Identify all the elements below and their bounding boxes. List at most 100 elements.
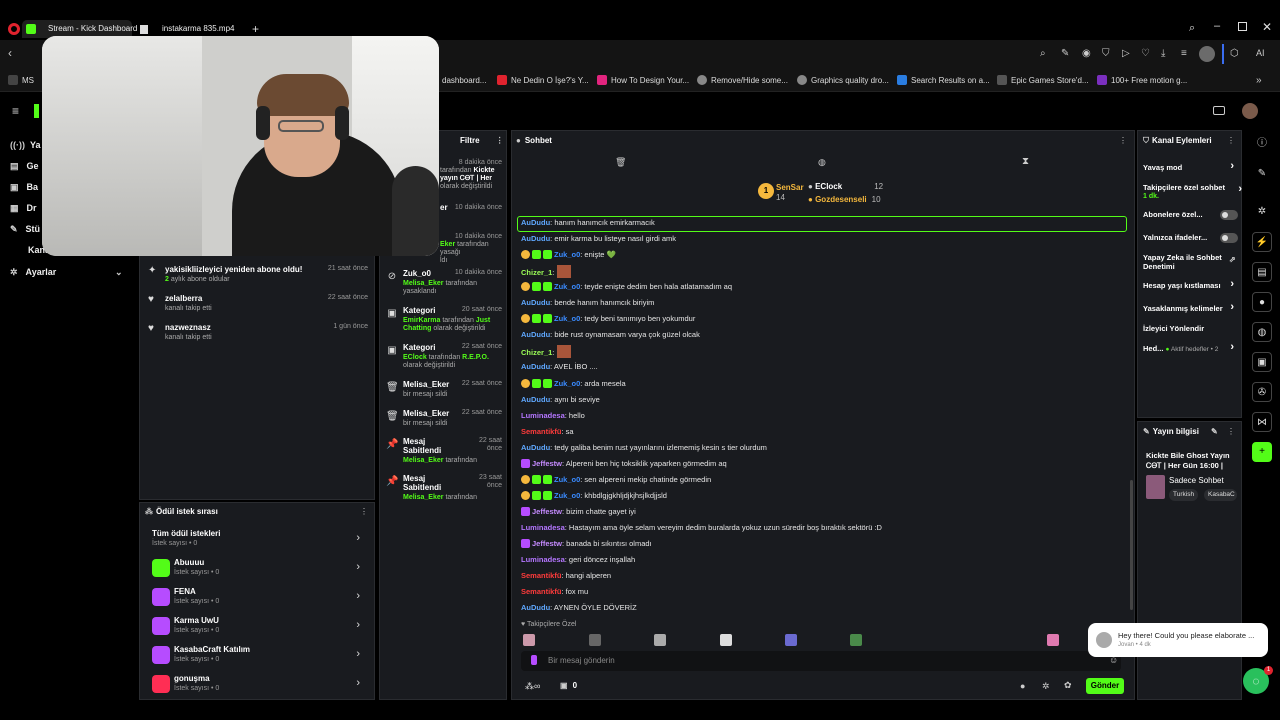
search-icon[interactable]: ⌕ (1040, 48, 1046, 59)
sidebar-item-yayin[interactable]: ((·)) Ya (10, 140, 41, 150)
broadcast-icon[interactable]: ◍ (1252, 322, 1272, 342)
emote-item[interactable] (1047, 634, 1059, 646)
close-window-icon[interactable]: ✕ (1262, 20, 1272, 34)
chat-message[interactable]: Semantikfü: hangi alperen (521, 570, 1131, 582)
edit-icon[interactable]: ✎ (1061, 48, 1069, 59)
profile-avatar[interactable] (1199, 46, 1215, 62)
chat-bubble-icon[interactable]: ● (1020, 681, 1025, 691)
channel-actions-more-icon[interactable]: ⋮ (1227, 136, 1235, 145)
document-icon[interactable]: ▤ (1252, 262, 1272, 282)
chat-message[interactable]: Luminadesa: Hastayım ama öyle selam vere… (521, 522, 1131, 534)
download-icon[interactable]: ⤓ (1161, 48, 1165, 59)
chat-username[interactable]: Jeffestw (532, 507, 562, 516)
edit-icon[interactable]: ✎ (1252, 164, 1272, 184)
sidebar-item-ayarlar[interactable]: ✲ Ayarlar ⌄ (10, 267, 123, 278)
chat-username[interactable]: Luminadesa (521, 523, 565, 532)
action-account-age[interactable]: Hesap yaşı kıstlaması › (1143, 279, 1238, 291)
chat-input[interactable]: Bir mesaj gönderin ☺ (521, 651, 1121, 671)
chat-message[interactable]: Jeffestw: bizim chatte gayet iyi (521, 506, 1131, 518)
chat-message[interactable]: AuDudu: bende hanım hanımcık biriyim (521, 297, 1131, 309)
chat-message[interactable]: AuDudu: emir karma bu listeye nasıl gird… (521, 233, 1131, 245)
chat-username[interactable]: Semantikfü (521, 571, 561, 580)
sidebar-item-ba[interactable]: ▣ Ba (10, 182, 38, 193)
chat-username[interactable]: Semantikfü (521, 427, 561, 436)
chat-message[interactable]: Chizer_1: (521, 265, 1131, 278)
heart-icon[interactable]: ♡ (1141, 48, 1150, 59)
search-tabs-icon[interactable]: ⌕ (1189, 22, 1195, 35)
new-tab-icon[interactable]: + (252, 22, 259, 36)
reward-row[interactable]: Karma UwU İstek sayısı • 0 › (152, 615, 364, 641)
gift-icon[interactable]: ✿ (1064, 680, 1072, 691)
chat-username[interactable]: AuDudu (521, 298, 550, 307)
bookmark-design[interactable]: How To Design Your... (597, 75, 689, 87)
reward-row[interactable]: gonuşma İstek sayısı • 0 › (152, 673, 364, 699)
chat-username[interactable]: Jeffestw (532, 539, 562, 548)
filter-button[interactable]: Filtre ⋮ (460, 136, 504, 145)
chat-message[interactable]: AuDudu: bide rust oynamasam varya çok gü… (521, 329, 1131, 341)
action-ai-moderation[interactable]: Yapay Zeka ile Sohbet Denetimi ⇗ (1143, 253, 1236, 271)
emote-item[interactable] (720, 634, 732, 646)
chat-message[interactable]: AuDudu: aynı bi seviye (521, 394, 1131, 406)
action-followers-only[interactable]: Takipçilere özel sohbet 1 dk. › (1143, 183, 1242, 201)
action-goals[interactable]: Hed... ● Aktif hedefler • 2 › (1143, 342, 1238, 354)
maximize-icon[interactable] (1238, 22, 1247, 31)
chat-more-icon[interactable]: ⋮ (1119, 136, 1127, 145)
microphone-icon[interactable] (531, 655, 537, 665)
chat-username[interactable]: Zuk_o0 (554, 282, 580, 291)
chat-message[interactable]: Zuk_o0: teyde enişte dedim ben hala atla… (521, 281, 1131, 293)
info-icon[interactable]: ⓘ (1252, 134, 1272, 154)
chat-username[interactable]: AuDudu (521, 362, 550, 371)
chat-icon[interactable]: ● (1252, 292, 1272, 312)
send-button[interactable]: Gönder (1086, 678, 1124, 694)
reward-row[interactable]: KasabaCraft Katılım İstek sayısı • 0 › (152, 644, 364, 670)
layout-icon[interactable]: ▣ (1252, 352, 1272, 372)
chat-message[interactable]: Luminadesa: hello (521, 410, 1131, 422)
bookmark-remove[interactable]: Remove/Hide some... (697, 75, 788, 87)
camera-icon[interactable]: ◉ (1082, 48, 1091, 59)
emote-item[interactable] (785, 634, 797, 646)
action-emotes-only[interactable]: Yalnızca ifadeler... (1143, 233, 1238, 243)
chat-username[interactable]: AuDudu (521, 603, 550, 612)
chat-message[interactable]: Zuk_o0: enişte 💚 (521, 249, 1131, 261)
chat-username[interactable]: AuDudu (521, 395, 550, 404)
wallet-icon[interactable] (1213, 106, 1225, 115)
action-banned-words[interactable]: Yasaklanmış kelimeler › (1143, 302, 1238, 314)
chat-username[interactable]: AuDudu (521, 218, 550, 227)
action-subscribers-only[interactable]: Abonelere özel... (1143, 210, 1238, 220)
emote-item[interactable] (654, 634, 666, 646)
chat-username[interactable]: Chizer_1 (521, 348, 552, 357)
chat-username[interactable]: Zuk_o0 (554, 379, 580, 388)
shield-icon[interactable]: ⛉ (1102, 48, 1110, 59)
back-icon[interactable]: ‹ (8, 46, 12, 60)
chat-username[interactable]: AuDudu (521, 330, 550, 339)
reward-row[interactable]: Abuuuu İstek sayısı • 0 › (152, 557, 364, 583)
share-icon[interactable]: ⋈ (1252, 412, 1272, 432)
chat-message[interactable]: Zuk_o0: arda mesela (521, 378, 1131, 390)
chat-username[interactable]: Semantikfü (521, 587, 561, 596)
chat-username[interactable]: Luminadesa (521, 411, 565, 420)
bookmark-ms[interactable]: MS (8, 75, 34, 87)
sidebar-item-studio[interactable]: ✎ Stü (10, 224, 40, 235)
chat-username[interactable]: Zuk_o0 (554, 491, 580, 500)
chat-username[interactable]: Zuk_o0 (554, 314, 580, 323)
kick-logo[interactable] (34, 104, 39, 118)
bookmark-epic[interactable]: Epic Games Store'd... (997, 75, 1089, 87)
hamburger-icon[interactable]: ≡ (12, 104, 19, 118)
emote-item[interactable] (589, 634, 601, 646)
chat-icon[interactable]: ◍ (818, 157, 826, 168)
hourglass-icon[interactable]: ⧗ (1022, 156, 1029, 167)
bookmarks-more-icon[interactable]: » (1256, 75, 1262, 86)
settings-icon[interactable]: ✲ (1252, 202, 1272, 222)
chat-message[interactable]: Zuk_o0: khbdlgjgkhljdjkjhsjlkdjjsld (521, 490, 1131, 502)
add-icon[interactable]: + (1252, 442, 1272, 462)
stream-info-more-icon[interactable]: ⋮ (1227, 427, 1235, 436)
lightning-icon[interactable]: ⚡ (1252, 232, 1272, 252)
reward-all-row[interactable]: Tüm ödül istekleri İstek sayısı • 0 › (152, 528, 364, 554)
chat-message[interactable]: Zuk_o0: sen alpereni mekip chatinde görm… (521, 474, 1131, 486)
emotes-only-toggle[interactable] (1220, 233, 1238, 243)
chat-username[interactable]: Luminadesa (521, 555, 565, 564)
action-redirect[interactable]: İzleyici Yönlendir (1143, 324, 1238, 333)
user-avatar[interactable] (1242, 103, 1258, 119)
bookmark-motion[interactable]: 100+ Free motion g... (1097, 75, 1187, 87)
rewards-more-icon[interactable]: ⋮ (360, 507, 368, 516)
